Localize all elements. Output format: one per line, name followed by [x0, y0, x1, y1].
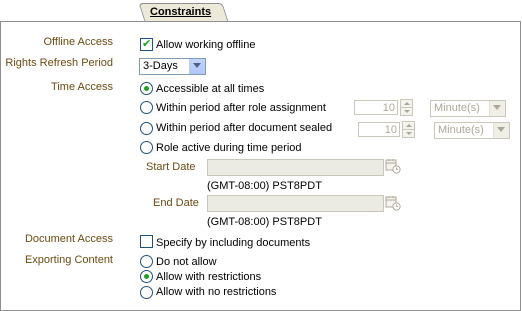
exporting-content-label: Exporting Content	[24, 254, 113, 266]
calendar-icon[interactable]	[385, 158, 401, 174]
document-access-label: Document Access	[24, 233, 113, 245]
end-date-label: End Date	[153, 197, 199, 209]
chevron-down-icon	[193, 63, 201, 68]
start-date-label: Start Date	[146, 161, 196, 173]
radio-do-not-allow[interactable]	[140, 255, 153, 268]
spin-down-button[interactable]	[400, 107, 413, 116]
end-date-input[interactable]	[207, 195, 384, 212]
option-after-document-sealed[interactable]: Within period after document sealed	[156, 122, 332, 134]
start-timezone: (GMT-08:00) PST8PDT	[207, 180, 322, 192]
radio-accessible-all-times[interactable]	[140, 82, 153, 95]
option-do-not-allow[interactable]: Do not allow	[156, 256, 217, 268]
document-sealed-unit-select[interactable]: Minute(s)	[434, 122, 510, 139]
dropdown-button[interactable]	[489, 101, 505, 116]
spin-down-button[interactable]	[402, 129, 415, 138]
radio-allow-with-restrictions[interactable]	[140, 270, 153, 283]
start-date-input[interactable]	[207, 159, 384, 176]
offline-access-label: Offline Access	[43, 36, 114, 48]
chevron-down-icon	[493, 105, 501, 110]
option-accessible-all-times[interactable]: Accessible at all times	[156, 83, 264, 95]
radio-after-document-sealed[interactable]	[140, 122, 153, 135]
specify-documents-checkbox[interactable]	[140, 235, 153, 248]
rights-refresh-select[interactable]: 3-Days	[139, 58, 206, 75]
radio-after-role-assignment[interactable]	[140, 101, 153, 114]
role-assignment-unit-value: Minute(s)	[434, 102, 480, 114]
role-assignment-period-input[interactable]: 10	[354, 100, 398, 115]
document-sealed-unit-value: Minute(s)	[438, 124, 484, 136]
tab-constraints-label[interactable]: Constraints	[150, 6, 211, 18]
option-role-active-period[interactable]: Role active during time period	[156, 142, 302, 154]
end-timezone: (GMT-08:00) PST8PDT	[207, 216, 322, 228]
option-allow-with-restrictions[interactable]: Allow with restrictions	[156, 271, 261, 283]
document-sealed-period-input[interactable]: 10	[358, 122, 400, 137]
dropdown-button[interactable]	[189, 59, 205, 74]
specify-documents-label[interactable]: Specify by including documents	[156, 237, 310, 249]
chevron-down-icon	[497, 127, 505, 132]
role-assignment-spinner[interactable]	[400, 99, 413, 116]
checkmark-icon: ✔	[142, 38, 152, 50]
document-sealed-spinner[interactable]	[402, 121, 415, 138]
time-access-label: Time Access	[51, 81, 113, 93]
dropdown-button[interactable]	[493, 123, 509, 138]
radio-allow-no-restrictions[interactable]	[140, 286, 153, 299]
allow-offline-label[interactable]: Allow working offline	[156, 39, 255, 51]
rights-refresh-value: 3-Days	[143, 60, 178, 72]
rights-refresh-label: Rights Refresh Period	[5, 57, 113, 69]
option-after-role-assignment[interactable]: Within period after role assignment	[156, 102, 326, 114]
radio-selected-dot	[144, 274, 149, 279]
option-allow-no-restrictions[interactable]: Allow with no restrictions	[156, 286, 276, 298]
radio-role-active-period[interactable]	[140, 141, 153, 154]
allow-offline-checkbox[interactable]: ✔	[140, 38, 153, 51]
radio-selected-dot	[144, 86, 149, 91]
role-assignment-unit-select[interactable]: Minute(s)	[430, 100, 506, 117]
calendar-icon[interactable]	[385, 195, 401, 211]
